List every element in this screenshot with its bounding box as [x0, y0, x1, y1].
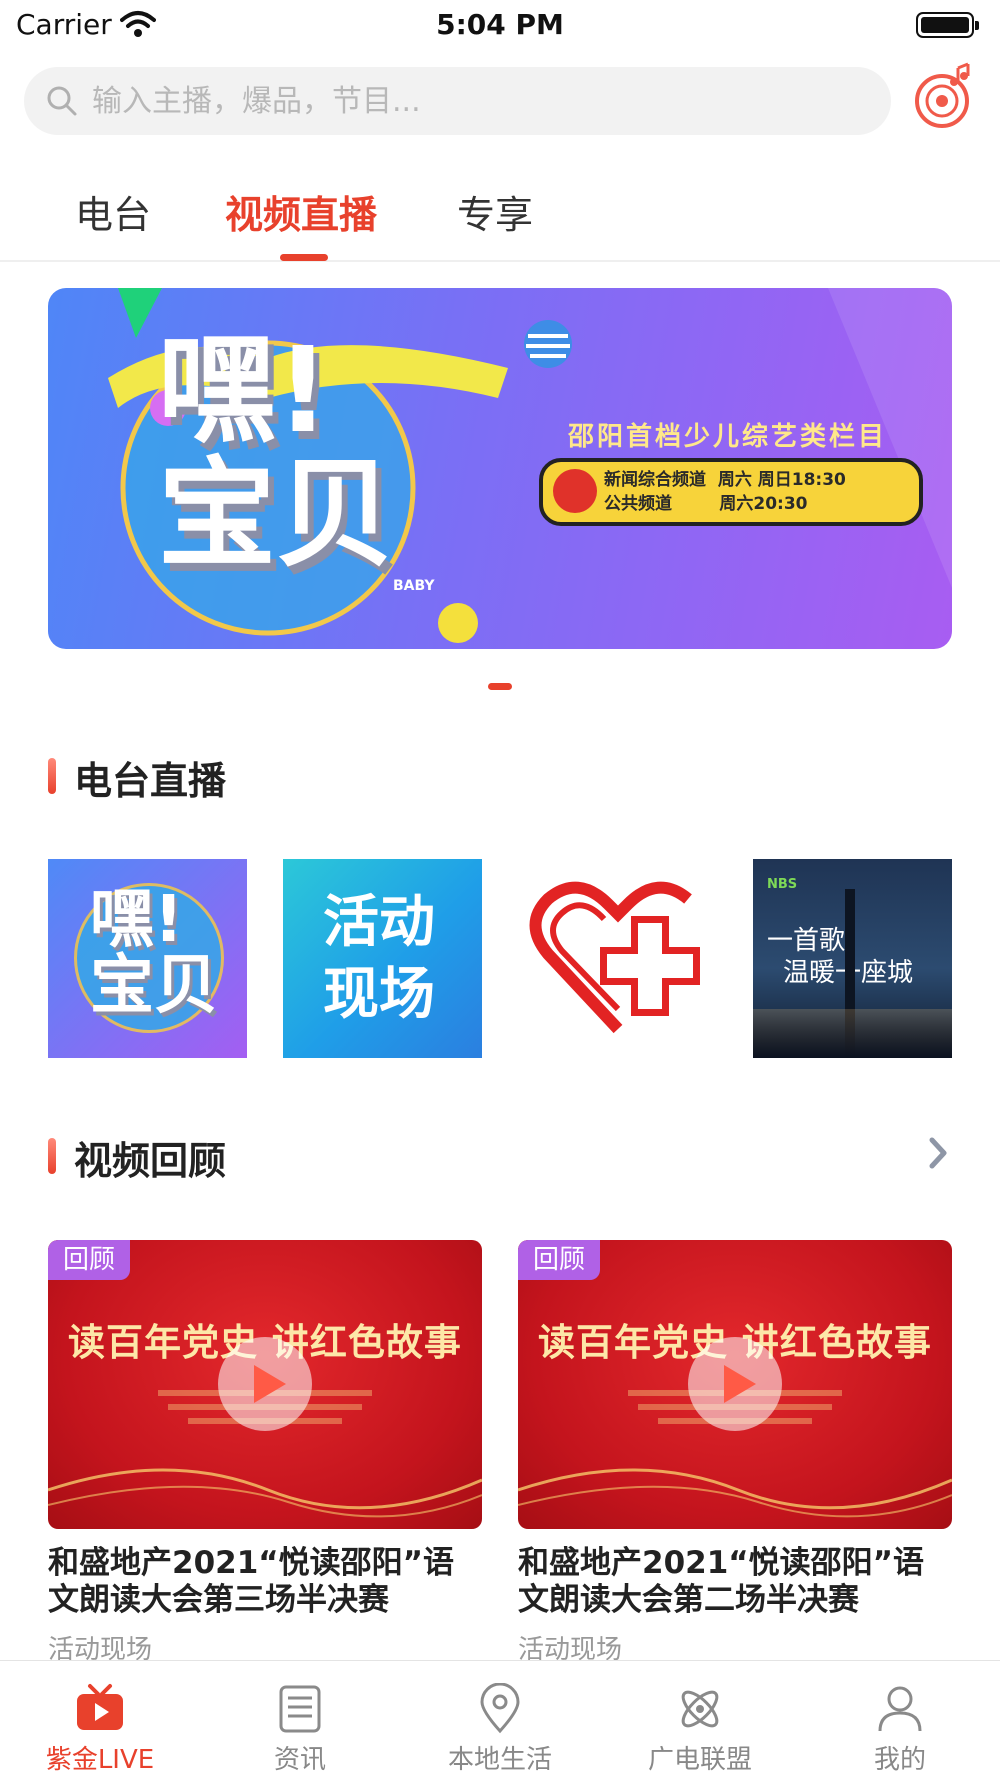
radio-item-brand: NBS	[767, 877, 798, 892]
replay-badge: 回顾	[518, 1240, 600, 1280]
bottom-tab-bar: 紫金LIVE 资讯 本地生活 广电联盟 我的	[0, 1660, 1000, 1778]
radio-item-event-live[interactable]: 活动 现场	[283, 859, 482, 1058]
status-time: 5:04 PM	[436, 8, 564, 41]
search-input[interactable]	[92, 67, 872, 135]
tab-bar-live[interactable]: 紫金LIVE	[0, 1661, 200, 1778]
top-tabs: 电台 视频直播 专享	[0, 170, 1000, 262]
radio-item-title: 活动 现场	[323, 890, 435, 1027]
tab-bar-label: 资讯	[273, 1745, 326, 1775]
radio-item-red-heart[interactable]	[518, 859, 717, 1058]
tab-bar-local-life[interactable]: 本地生活	[400, 1661, 600, 1778]
banner-carousel[interactable]: 嘿! 宝贝 BABY 邵阳首档少儿综艺类栏目 新闻综合频道 周六 周日18:30…	[48, 288, 952, 649]
radio-item-hey-baby[interactable]: 嘿! 宝贝	[48, 859, 247, 1058]
tv-icon	[77, 1684, 123, 1730]
video-card[interactable]: 读百年党史 讲红色故事 回顾 和盛地产2021“悦读邵阳”语文朗读大会第三场半决…	[48, 1240, 482, 1666]
chevron-right-icon[interactable]	[928, 1136, 950, 1170]
atom-icon	[681, 1690, 719, 1728]
video-review-header[interactable]: 视频回顾	[48, 1130, 952, 1183]
video-title: 和盛地产2021“悦读邵阳”语文朗读大会第三场半决赛	[48, 1545, 455, 1618]
search-icon	[47, 86, 77, 116]
radio-item-song-city[interactable]: NBS 一首歌 温暖一座城	[753, 859, 952, 1058]
tab-radio[interactable]: 电台	[75, 184, 151, 239]
section-accent-bar	[48, 1138, 56, 1174]
video-title: 和盛地产2021“悦读邵阳”语文朗读大会第二场半决赛	[518, 1545, 925, 1618]
tab-bar-label: 广电联盟	[647, 1745, 752, 1775]
section-title: 电台直播	[74, 759, 227, 803]
music-disc-icon[interactable]	[912, 60, 978, 130]
video-thumbnail: 读百年党史 讲红色故事 回顾	[518, 1240, 952, 1529]
tab-exclusive[interactable]: 专享	[457, 184, 533, 239]
location-icon	[480, 1683, 520, 1734]
radio-item-title: 一首歌 温暖一座城	[767, 926, 913, 988]
tab-bar-label: 紫金LIVE	[45, 1745, 155, 1775]
section-title: 视频回顾	[74, 1139, 227, 1183]
battery-icon	[916, 12, 979, 38]
tab-indicator	[280, 254, 328, 261]
heart-plus-icon	[529, 881, 700, 1034]
search-bar[interactable]	[24, 67, 891, 135]
play-icon[interactable]	[688, 1337, 782, 1431]
video-thumbnail: 读百年党史 讲红色故事 回顾	[48, 1240, 482, 1529]
replay-badge: 回顾	[48, 1240, 130, 1280]
news-icon	[279, 1685, 321, 1733]
tab-bar-alliance[interactable]: 广电联盟	[600, 1661, 800, 1778]
tab-bar-label: 本地生活	[447, 1745, 552, 1775]
banner-subtitle: 邵阳首档少儿综艺类栏目	[568, 422, 888, 452]
tab-bar-mine[interactable]: 我的	[800, 1661, 1000, 1778]
banner-baby-label: BABY	[393, 578, 435, 594]
tab-bar-label: 我的	[873, 1745, 926, 1775]
section-accent-bar	[48, 758, 56, 794]
play-icon[interactable]	[218, 1337, 312, 1431]
tab-bar-news[interactable]: 资讯	[200, 1661, 400, 1778]
status-bar: Carrier 5:04 PM	[0, 0, 1000, 52]
banner-page-indicator[interactable]	[488, 683, 512, 690]
tab-video-live[interactable]: 视频直播	[225, 184, 377, 239]
user-icon	[878, 1686, 922, 1732]
banner-title: 嘿! 宝贝	[158, 321, 395, 583]
video-card[interactable]: 读百年党史 讲红色故事 回顾 和盛地产2021“悦读邵阳”语文朗读大会第二场半决…	[518, 1240, 952, 1666]
radio-live-header: 电台直播	[48, 750, 952, 803]
banner-schedule: 新闻综合频道 周六 周日18:30 公共频道 周六20:30	[604, 470, 846, 514]
radio-item-title: 嘿! 宝贝	[90, 883, 218, 1023]
